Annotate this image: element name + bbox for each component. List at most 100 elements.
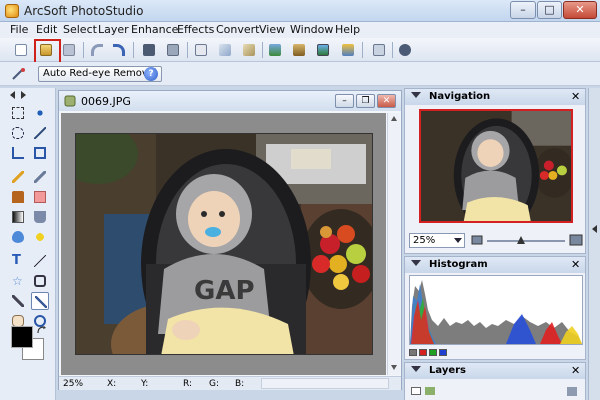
status-zoom: 25% [63,379,84,389]
line-tool-icon[interactable] [31,252,49,270]
horizontal-scrollbar[interactable] [261,378,389,389]
copy-icon[interactable] [216,41,234,59]
menu-file[interactable]: File [10,23,28,36]
gradient-tool-icon[interactable] [9,208,27,226]
document-close-button[interactable]: ✕ [377,94,396,108]
dodge-tool-icon[interactable] [31,228,49,246]
new-icon[interactable] [12,41,30,59]
rounded-rect-tool-icon[interactable] [31,272,49,290]
move-tool-icon[interactable] [31,104,49,122]
navigation-thumbnail[interactable] [419,109,573,223]
document-title: 0069.JPG [81,95,131,108]
histogram-panel-title: Histogram [429,259,488,270]
app-icon [5,4,19,18]
eyedropper-tool-icon[interactable] [9,292,27,310]
shape-tool-icon[interactable]: ☆ [9,272,27,290]
menu-select[interactable]: Select [63,23,97,36]
redo-icon[interactable] [110,41,128,59]
baby-photo: GAP [76,134,372,354]
text-tool-icon[interactable]: T [9,252,27,270]
scroll-up-icon[interactable] [390,115,398,123]
histogram-channel-all[interactable] [409,349,417,356]
lasso-tool-icon[interactable] [9,124,27,142]
menu-window[interactable]: Window [290,23,333,36]
status-b: B: [235,379,245,389]
document-title-bar: 0069.JPG – ❐ ✕ [59,91,401,111]
rect-select-tool-icon[interactable] [9,104,27,122]
menu-enhance[interactable]: Enhance [131,23,178,36]
tools-panel: T ☆ [0,88,56,400]
layer-thumbnail-icon[interactable] [425,387,435,395]
layers-close-icon[interactable]: ✕ [571,364,580,377]
menu-convert[interactable]: Convert [216,23,260,36]
settings-icon[interactable] [370,41,388,59]
minimize-button[interactable]: – [510,1,536,19]
open-button-highlight [34,39,61,64]
import-icon[interactable] [192,41,210,59]
help-icon[interactable]: ? [144,67,158,81]
frame-icon[interactable] [314,41,332,59]
menu-bar: File Edit Select Layer Enhance Effects C… [0,22,600,38]
magic-wand-tool-icon[interactable] [31,124,49,142]
transform-tool-icon[interactable] [31,144,49,162]
histogram-channel-red[interactable] [419,349,427,356]
zoom-slider[interactable] [487,240,565,242]
print-icon[interactable] [164,41,182,59]
histogram-panel-header[interactable]: Histogram ✕ [405,257,585,273]
close-button[interactable]: ✕ [563,1,597,19]
red-eye-tool-icon [12,68,25,80]
blur-tool-icon[interactable] [9,228,27,246]
image-icon[interactable] [266,41,284,59]
navigation-close-icon[interactable]: ✕ [571,90,580,103]
histogram-plot [410,276,582,344]
red-eye-tool-icon[interactable] [31,292,49,310]
menu-view[interactable]: View [259,23,285,36]
clone-stamp-tool-icon[interactable] [9,188,27,206]
zoom-in-icon[interactable] [569,234,583,246]
zoom-slider-thumb[interactable] [517,236,525,244]
slideshow-icon[interactable] [339,41,357,59]
panel-grip-icon [10,91,26,99]
document-minimize-button[interactable]: – [335,94,354,108]
status-y: Y: [141,379,149,389]
menu-layer[interactable]: Layer [98,23,129,36]
photo-image[interactable]: GAP [75,133,373,355]
panel-dock-strip[interactable] [588,88,600,400]
title-bar: ArcSoft PhotoStudio – □ ✕ [0,0,600,22]
status-g: G: [209,379,220,389]
delete-layer-icon[interactable] [567,387,577,396]
brush-tool-icon[interactable] [31,168,49,186]
menu-edit[interactable]: Edit [36,23,57,36]
paste-icon[interactable] [240,41,258,59]
expand-dock-icon[interactable] [591,224,599,234]
navigation-panel-header[interactable]: Navigation ✕ [405,89,585,105]
scan-icon[interactable] [140,41,158,59]
zoom-out-icon[interactable] [471,235,483,245]
new-layer-icon[interactable] [411,387,421,395]
document-restore-button[interactable]: ❐ [356,94,375,108]
histogram-graph [409,275,583,345]
crop-tool-icon[interactable] [9,144,27,162]
eraser-tool-icon[interactable] [31,188,49,206]
maximize-button[interactable]: □ [537,1,562,19]
histogram-channel-green[interactable] [429,349,437,356]
info-icon[interactable] [396,41,414,59]
save-icon[interactable] [60,41,78,59]
fill-bucket-tool-icon[interactable] [31,208,49,226]
vertical-scrollbar[interactable] [387,113,400,375]
swap-colors-icon[interactable] [37,326,46,335]
pencil-tool-icon[interactable] [9,168,27,186]
zoom-level-select[interactable]: 25% [409,233,465,248]
svg-text:GAP: GAP [194,276,255,306]
undo-icon[interactable] [88,41,106,59]
thumbnail-image [421,111,571,221]
histogram-channel-blue[interactable] [439,349,447,356]
menu-help[interactable]: Help [335,23,360,36]
status-r: R: [183,379,193,389]
album-icon[interactable] [290,41,308,59]
canvas-area[interactable]: GAP [61,113,386,375]
layers-panel-header[interactable]: Layers ✕ [405,363,585,379]
histogram-close-icon[interactable]: ✕ [571,258,580,271]
scroll-down-icon[interactable] [390,363,398,371]
menu-effects[interactable]: Effects [177,23,214,36]
